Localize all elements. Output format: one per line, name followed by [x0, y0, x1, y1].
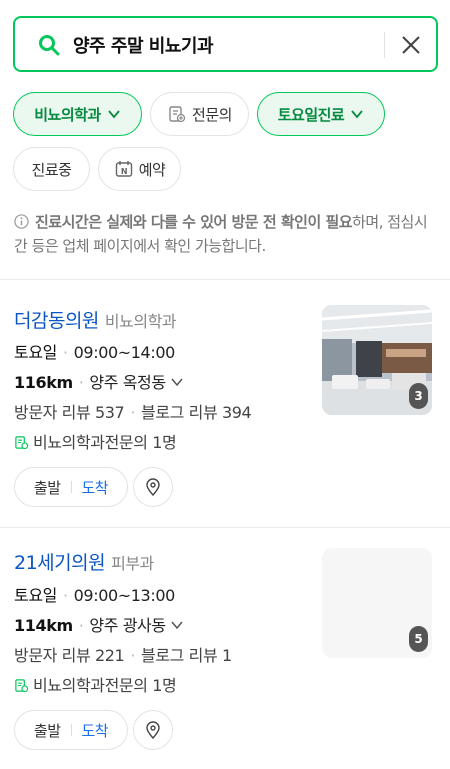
divider — [70, 724, 72, 736]
depart-button[interactable]: 출발 — [34, 720, 61, 741]
map-pin-icon — [146, 721, 160, 740]
divider — [0, 279, 450, 280]
open-day: 토요일 — [14, 343, 57, 362]
separator-dot: · — [62, 343, 68, 362]
hours-notice: 진료시간은 실제와 다를 수 있어 방문 전 확인이 필요하며, 점심시간 등은… — [14, 210, 438, 258]
arrive-button[interactable]: 도착 — [82, 720, 109, 741]
specialist-icon — [169, 106, 186, 123]
blog-reviews[interactable]: 블로그 리뷰 1 — [141, 646, 232, 665]
blog-reviews[interactable]: 블로그 리뷰 394 — [141, 403, 252, 422]
route-buttons: 출발 도착 — [14, 467, 128, 507]
place-name-link[interactable]: 더감동의원 비뇨의학과 — [14, 306, 177, 333]
separator-dot: · — [130, 646, 135, 665]
search-icon — [39, 35, 60, 56]
specialist-row: 비뇨의학과전문의 1명 — [14, 672, 177, 696]
distance-row[interactable]: 116km · 양주 옥정동 — [14, 369, 184, 393]
chevron-down-icon — [108, 110, 120, 119]
filter-chip-label: 비뇨의학과 — [34, 105, 101, 124]
map-pin-icon — [146, 478, 160, 497]
place-category: 피부과 — [111, 554, 154, 573]
filter-chip-label: 예약 — [138, 160, 166, 179]
specialist-icon — [15, 679, 29, 693]
photo-count-badge: 3 — [409, 383, 428, 409]
depart-button[interactable]: 출발 — [34, 477, 61, 498]
svg-text:N: N — [121, 167, 127, 176]
distance-row[interactable]: 114km · 양주 광사동 — [14, 612, 184, 636]
filter-chip-booking[interactable]: N 예약 — [98, 147, 181, 191]
separator-dot: · — [78, 373, 84, 392]
filter-chip-open-now[interactable]: 진료중 — [13, 147, 90, 191]
visitor-reviews[interactable]: 방문자 리뷰 221 — [14, 646, 125, 665]
filter-chip-label: 전문의 — [192, 105, 232, 124]
separator-dot: · — [62, 586, 68, 605]
location: 양주 옥정동 — [89, 373, 166, 392]
hours-row: 토요일 · 09:00~14:00 — [14, 339, 175, 363]
filter-chip-label: 토요일진료 — [277, 105, 345, 124]
arrive-button[interactable]: 도착 — [82, 477, 109, 498]
filter-chip-label: 진료중 — [31, 160, 72, 179]
search-bar[interactable]: 양주 주말 비뇨기과 — [13, 16, 438, 72]
specialist-count: 비뇨의학과전문의 1명 — [33, 433, 177, 452]
specialist-count: 비뇨의학과전문의 1명 — [33, 676, 177, 695]
hours-row: 토요일 · 09:00~13:00 — [14, 582, 175, 606]
open-day: 토요일 — [14, 586, 57, 605]
route-buttons: 출발 도착 — [14, 710, 128, 750]
place-category: 비뇨의학과 — [104, 312, 177, 331]
place-name-link[interactable]: 21세기의원 피부과 — [14, 548, 154, 575]
place-photo[interactable]: 5 — [322, 548, 432, 658]
notice-bold-text: 진료시간은 실제와 다를 수 있어 방문 전 확인이 필요 — [35, 213, 353, 231]
distance: 114km — [14, 616, 73, 635]
naver-booking-icon: N — [115, 161, 132, 177]
info-icon — [14, 214, 29, 229]
reviews-row: 방문자 리뷰 537 · 블로그 리뷰 394 — [14, 399, 252, 423]
reviews-row: 방문자 리뷰 221 · 블로그 리뷰 1 — [14, 642, 232, 666]
search-divider — [384, 32, 385, 58]
place-name[interactable]: 더감동의원 — [14, 310, 99, 332]
photo-count-badge: 5 — [409, 626, 428, 652]
divider — [70, 481, 72, 493]
divider — [0, 527, 450, 528]
chevron-down-icon — [171, 621, 183, 630]
filter-chip-saturday[interactable]: 토요일진료 — [257, 92, 385, 136]
separator-dot: · — [78, 616, 84, 635]
specialist-icon — [15, 436, 29, 450]
close-icon[interactable] — [399, 33, 423, 57]
open-hours: 09:00~13:00 — [73, 586, 176, 605]
place-photo[interactable]: 3 — [322, 305, 432, 415]
search-input[interactable]: 양주 주말 비뇨기과 — [73, 32, 214, 58]
place-name[interactable]: 21세기의원 — [14, 552, 106, 574]
visitor-reviews[interactable]: 방문자 리뷰 537 — [14, 403, 125, 422]
chevron-down-icon — [171, 378, 183, 387]
chevron-down-icon — [351, 110, 363, 119]
separator-dot: · — [130, 403, 135, 422]
location: 양주 광사동 — [89, 616, 166, 635]
filter-chip-specialist[interactable]: 전문의 — [150, 92, 249, 136]
distance: 116km — [14, 373, 73, 392]
map-pin-button[interactable] — [133, 710, 173, 750]
open-hours: 09:00~14:00 — [73, 343, 176, 362]
filter-chip-urology[interactable]: 비뇨의학과 — [13, 92, 142, 136]
map-pin-button[interactable] — [133, 467, 173, 507]
specialist-row: 비뇨의학과전문의 1명 — [14, 429, 177, 453]
